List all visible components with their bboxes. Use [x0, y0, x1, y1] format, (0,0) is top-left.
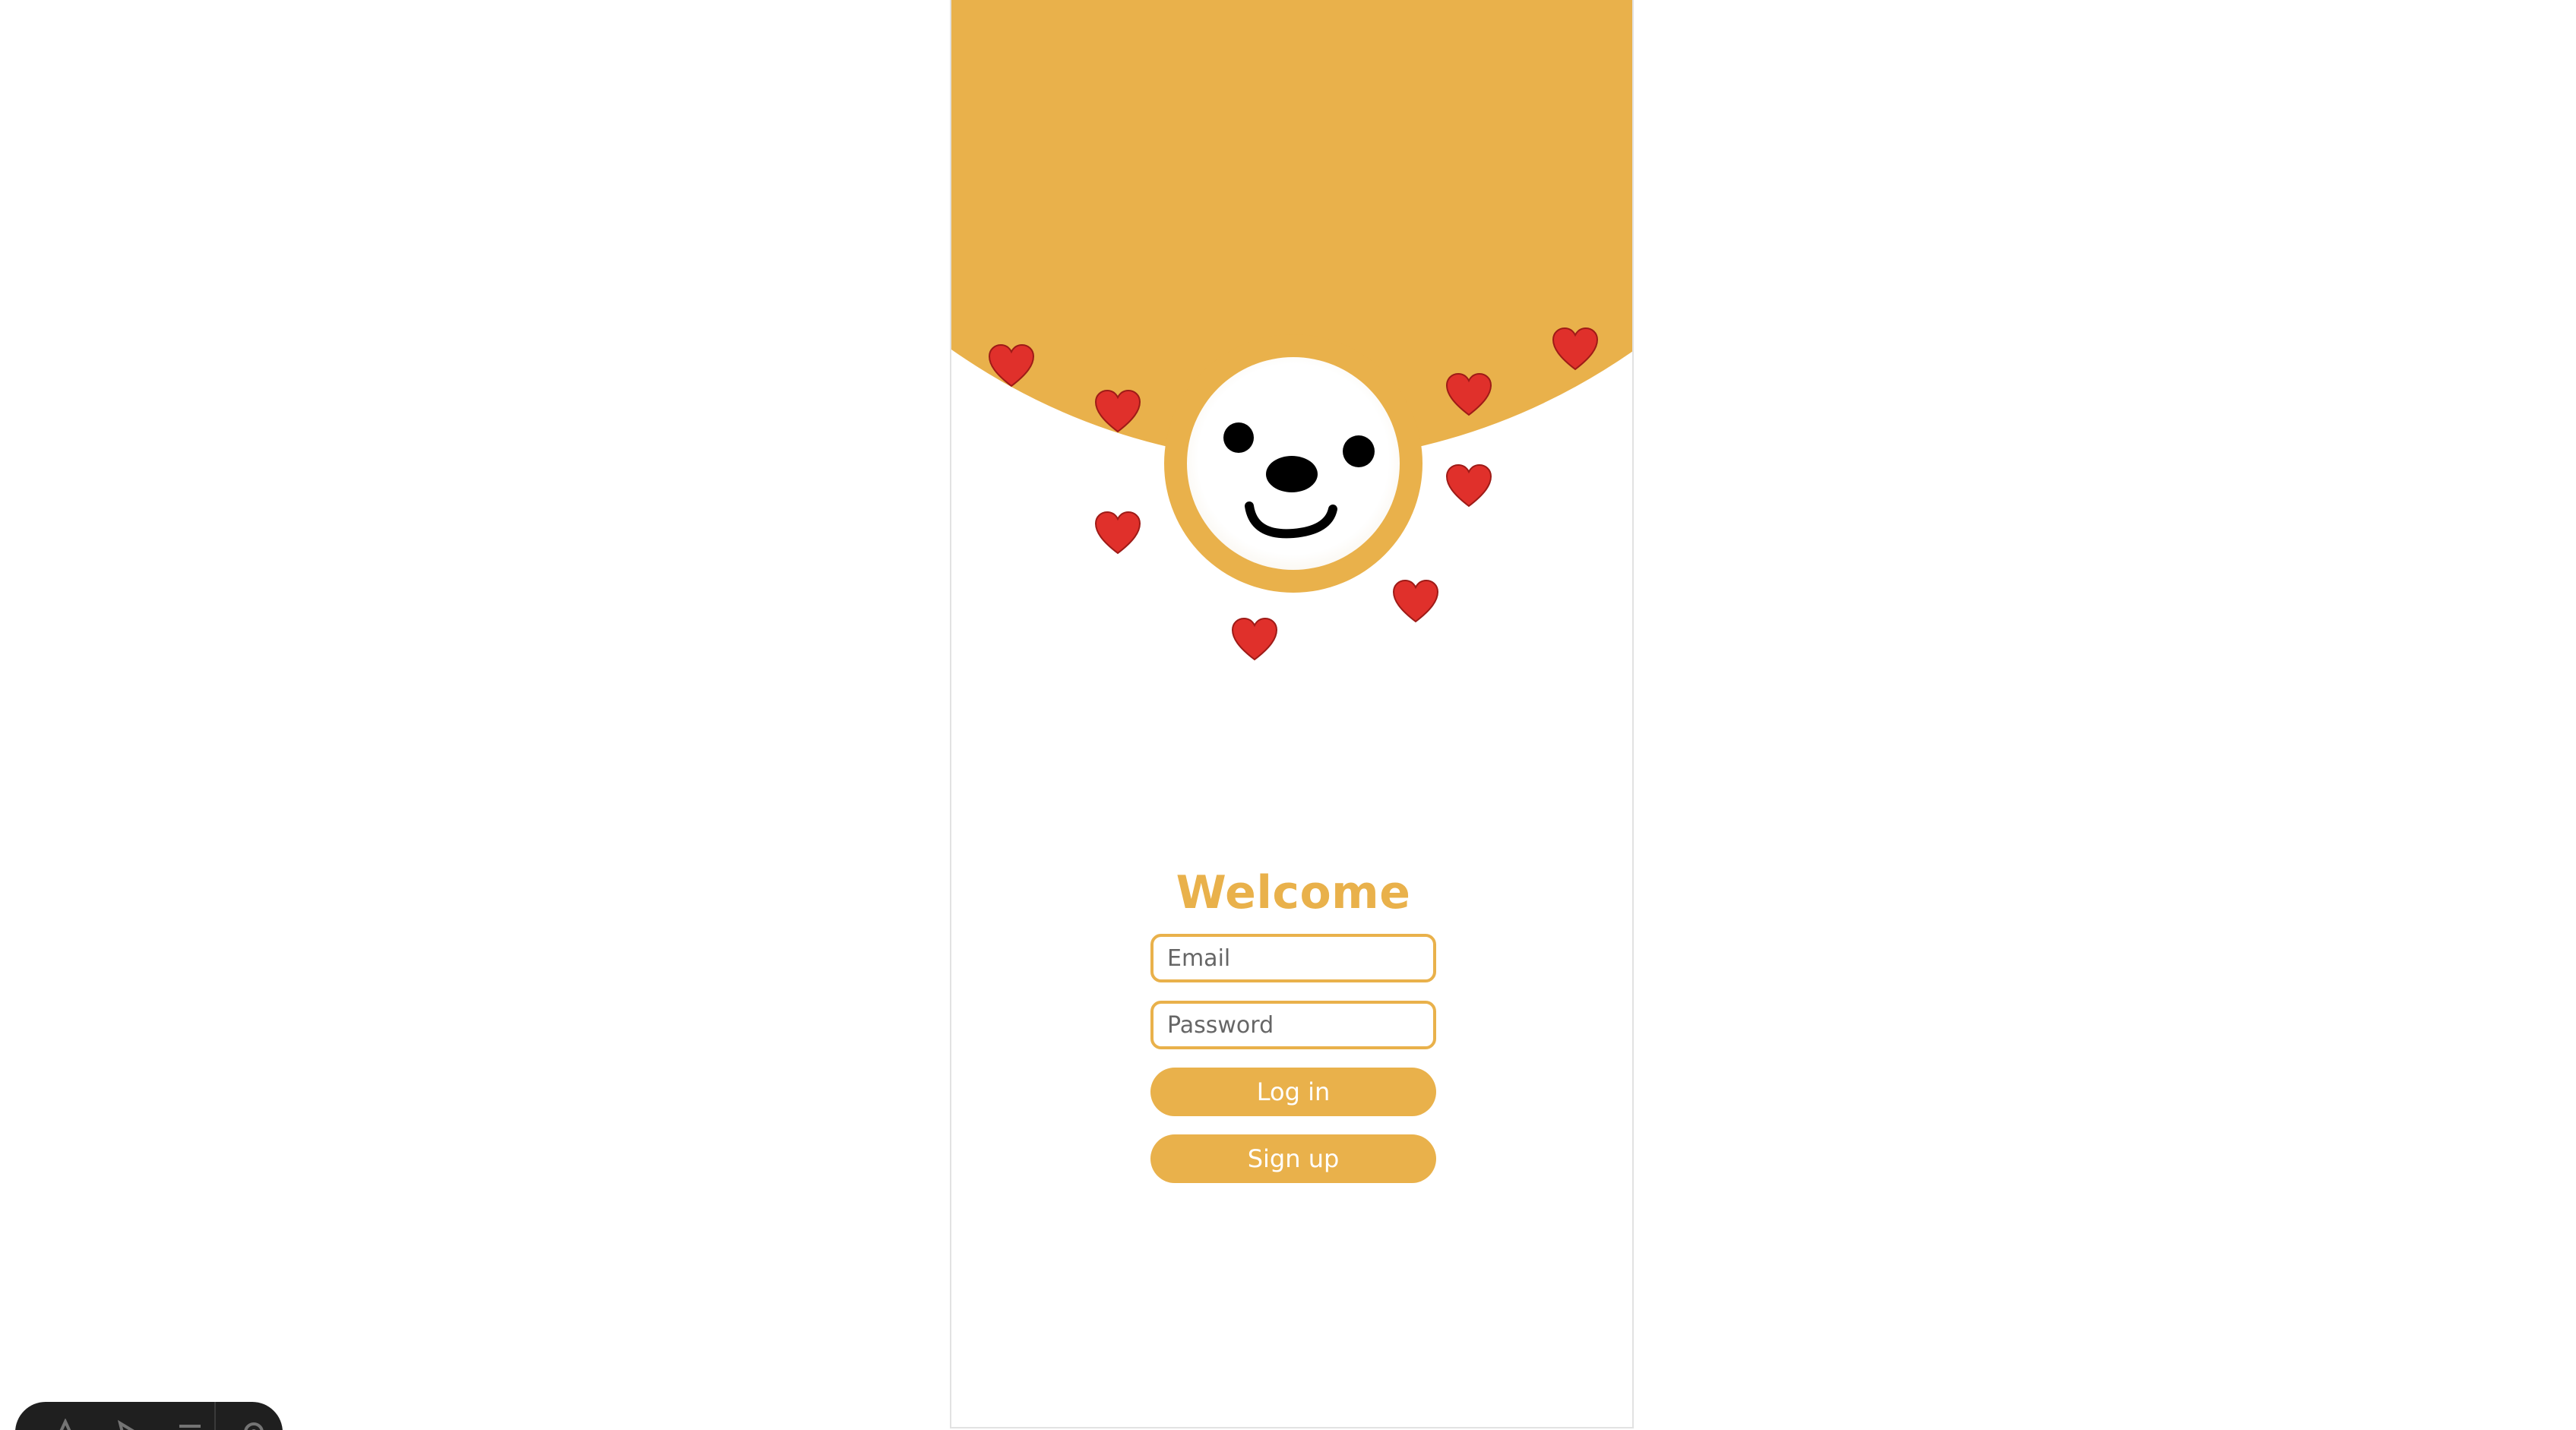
settings-icon[interactable]: [240, 1419, 267, 1430]
heart-icon: [1094, 511, 1141, 555]
email-field[interactable]: [1150, 934, 1436, 982]
dev-toolbar: [15, 1402, 283, 1430]
menu-icon[interactable]: [176, 1419, 204, 1430]
app-frame: Welcome Log in Sign up: [950, 0, 1634, 1428]
pointer-icon[interactable]: [114, 1419, 141, 1430]
login-button[interactable]: Log in: [1150, 1068, 1436, 1116]
welcome-title: Welcome: [1176, 866, 1411, 919]
signup-button[interactable]: Sign up: [1150, 1134, 1436, 1183]
heart-icon: [1445, 372, 1492, 416]
password-field[interactable]: [1150, 1001, 1436, 1049]
heart-icon: [1231, 617, 1278, 661]
page: Welcome Log in Sign up: [0, 0, 2576, 1430]
heart-icon: [988, 343, 1035, 388]
heart-icon: [1445, 463, 1492, 508]
heart-icon: [1392, 579, 1439, 623]
heart-icon: [1552, 327, 1599, 371]
heart-icon: [1094, 389, 1141, 433]
mascot-avatar: [1164, 334, 1422, 593]
smiling-face-icon: [1187, 357, 1400, 570]
toolbar-divider: [214, 1402, 216, 1430]
login-form: Welcome Log in Sign up: [1150, 862, 1436, 1201]
app-icon[interactable]: [52, 1418, 79, 1430]
